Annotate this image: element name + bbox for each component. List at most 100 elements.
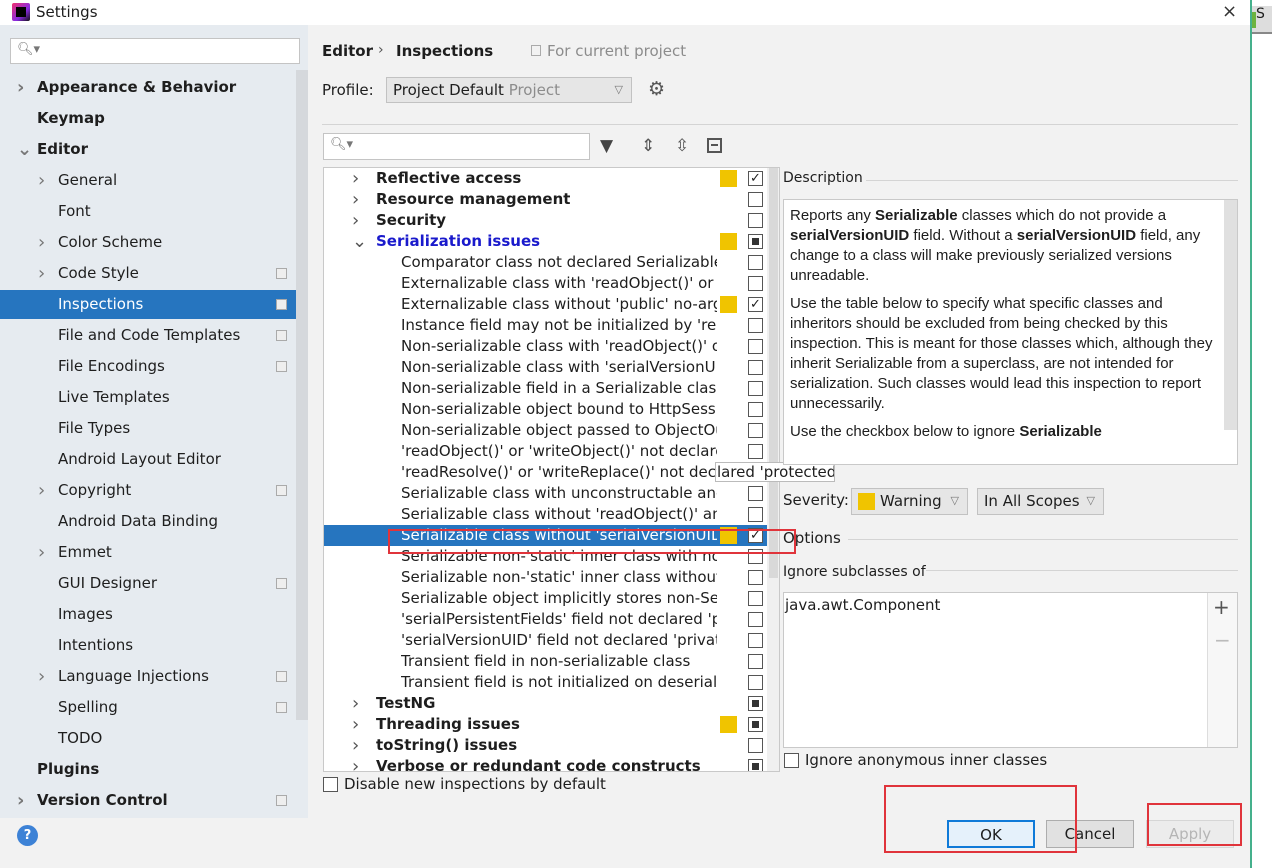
chevron-right-icon[interactable]: › bbox=[38, 228, 45, 257]
tree-scrollbar-thumb[interactable] bbox=[769, 168, 778, 578]
inspection-enabled-checkbox[interactable] bbox=[748, 486, 763, 501]
inspection-row[interactable]: Non-serializable field in a Serializable… bbox=[324, 378, 767, 399]
chevron-right-icon[interactable]: › bbox=[352, 168, 359, 189]
reset-icon[interactable] bbox=[707, 138, 722, 153]
sidebar-item-appearance-behavior[interactable]: › Appearance & Behavior bbox=[0, 73, 296, 102]
inspection-row[interactable]: 'readObject()' or 'writeObject()' not de… bbox=[324, 441, 767, 462]
inspection-row[interactable]: Non-serializable object bound to HttpSes… bbox=[324, 399, 767, 420]
collapse-all-icon[interactable]: ⇳ bbox=[675, 136, 689, 156]
sidebar-item-editor[interactable]: ⌄ Editor bbox=[0, 135, 296, 164]
inspection-row[interactable]: Serializable class with unconstructable … bbox=[324, 483, 767, 504]
inspection-enabled-checkbox[interactable] bbox=[748, 213, 763, 228]
inspection-row[interactable]: Serializable non-'static' inner class wi… bbox=[324, 567, 767, 588]
sidebar-item-live-templates[interactable]: Live Templates bbox=[0, 383, 296, 412]
chevron-right-icon[interactable]: › bbox=[38, 166, 45, 195]
sidebar-item-intentions[interactable]: Intentions bbox=[0, 631, 296, 660]
inspection-category[interactable]: › Verbose or redundant code constructs bbox=[324, 756, 767, 771]
profile-dropdown[interactable]: Project Default Project ▽ bbox=[386, 77, 632, 103]
inspection-row[interactable]: 'readResolve()' or 'writeReplace()' not … bbox=[324, 462, 767, 483]
inspection-enabled-checkbox[interactable] bbox=[748, 570, 763, 585]
inspection-enabled-checkbox[interactable] bbox=[748, 717, 763, 732]
inspection-enabled-checkbox[interactable] bbox=[748, 738, 763, 753]
inspection-row[interactable]: Non-serializable object passed to Object… bbox=[324, 420, 767, 441]
chevron-right-icon[interactable]: › bbox=[352, 714, 359, 735]
sidebar-scrollbar[interactable] bbox=[296, 70, 308, 720]
inspection-row[interactable]: Transient field is not initialized on de… bbox=[324, 672, 767, 693]
inspection-row[interactable]: Comparator class not declared Serializab… bbox=[324, 252, 767, 273]
inspection-category[interactable]: › Threading issues bbox=[324, 714, 767, 735]
severity-dropdown[interactable]: Warning ▽ bbox=[851, 488, 968, 515]
disable-new-inspections-checkbox[interactable] bbox=[323, 777, 338, 792]
breadcrumb-editor[interactable]: Editor bbox=[322, 42, 373, 60]
sidebar-item-android-data-binding[interactable]: Android Data Binding bbox=[0, 507, 296, 536]
list-item[interactable]: java.awt.Component bbox=[785, 596, 940, 614]
sidebar-item-plugins[interactable]: Plugins bbox=[0, 755, 296, 784]
inspection-category[interactable]: › toString() issues bbox=[324, 735, 767, 756]
sidebar-item-language-injections[interactable]: › Language Injections bbox=[0, 662, 296, 691]
inspection-enabled-checkbox[interactable] bbox=[748, 234, 763, 249]
inspection-row[interactable]: Non-serializable class with 'serialVersi… bbox=[324, 357, 767, 378]
inspection-enabled-checkbox[interactable]: ✓ bbox=[748, 171, 763, 186]
inspection-enabled-checkbox[interactable] bbox=[748, 612, 763, 627]
inspection-enabled-checkbox[interactable] bbox=[748, 696, 763, 711]
inspection-row[interactable]: Externalizable class with 'readObject()'… bbox=[324, 273, 767, 294]
chevron-right-icon[interactable]: › bbox=[352, 756, 359, 771]
chevron-right-icon[interactable]: › bbox=[38, 476, 45, 505]
inspection-enabled-checkbox[interactable] bbox=[748, 339, 763, 354]
inspection-row[interactable]: Serializable object implicitly stores no… bbox=[324, 588, 767, 609]
inspection-enabled-checkbox[interactable] bbox=[748, 192, 763, 207]
remove-icon[interactable]: − bbox=[1214, 628, 1231, 652]
sidebar-item-code-style[interactable]: › Code Style bbox=[0, 259, 296, 288]
sidebar-item-gui-designer[interactable]: GUI Designer bbox=[0, 569, 296, 598]
sidebar-item-copyright[interactable]: › Copyright bbox=[0, 476, 296, 505]
inspection-enabled-checkbox[interactable] bbox=[748, 675, 763, 690]
inspection-category[interactable]: › TestNG bbox=[324, 693, 767, 714]
add-icon[interactable]: + bbox=[1213, 595, 1230, 619]
background-app-tab[interactable]: S bbox=[1252, 6, 1272, 34]
filter-icon[interactable]: ▼ bbox=[600, 136, 613, 156]
sidebar-item-images[interactable]: Images bbox=[0, 600, 296, 629]
sidebar-item-file-encodings[interactable]: File Encodings bbox=[0, 352, 296, 381]
sidebar-item-inspections[interactable]: Inspections bbox=[0, 290, 296, 319]
scope-dropdown[interactable]: In All Scopes ▽ bbox=[977, 488, 1104, 515]
chevron-right-icon[interactable]: › bbox=[17, 786, 24, 815]
inspection-enabled-checkbox[interactable] bbox=[748, 444, 763, 459]
inspection-enabled-checkbox[interactable] bbox=[748, 255, 763, 270]
inspection-row[interactable]: Instance field may not be initialized by… bbox=[324, 315, 767, 336]
inspection-enabled-checkbox[interactable] bbox=[748, 402, 763, 417]
inspection-enabled-checkbox[interactable] bbox=[748, 276, 763, 291]
chevron-down-icon[interactable]: ⌄ bbox=[17, 135, 32, 164]
inspection-enabled-checkbox[interactable] bbox=[748, 360, 763, 375]
inspection-category[interactable]: › Security bbox=[324, 210, 767, 231]
chevron-right-icon[interactable]: › bbox=[38, 259, 45, 288]
inspection-row[interactable]: Serializable class without 'readObject()… bbox=[324, 504, 767, 525]
sidebar-item-keymap[interactable]: Keymap bbox=[0, 104, 296, 133]
inspection-enabled-checkbox[interactable] bbox=[748, 654, 763, 669]
inspection-category[interactable]: › Resource management bbox=[324, 189, 767, 210]
chevron-down-icon[interactable]: ⌄ bbox=[352, 231, 367, 252]
inspection-enabled-checkbox[interactable] bbox=[748, 759, 763, 771]
inspection-row[interactable]: Non-serializable class with 'readObject(… bbox=[324, 336, 767, 357]
settings-search-input[interactable]: 🔍︎▾ bbox=[10, 38, 300, 64]
inspection-row[interactable]: Externalizable class without 'public' no… bbox=[324, 294, 767, 315]
chevron-right-icon[interactable]: › bbox=[352, 210, 359, 231]
ignore-anonymous-checkbox[interactable] bbox=[784, 753, 799, 768]
sidebar-item-todo[interactable]: TODO bbox=[0, 724, 296, 753]
inspection-enabled-checkbox[interactable] bbox=[748, 423, 763, 438]
chevron-right-icon[interactable]: › bbox=[352, 693, 359, 714]
inspection-row[interactable]: Transient field in non-serializable clas… bbox=[324, 651, 767, 672]
inspection-category[interactable]: › Reflective access ✓ bbox=[324, 168, 767, 189]
inspection-search-input[interactable]: 🔍︎▾ bbox=[323, 133, 590, 160]
inspection-enabled-checkbox[interactable] bbox=[748, 633, 763, 648]
description-scrollbar[interactable] bbox=[1224, 200, 1237, 430]
sidebar-item-file-types[interactable]: File Types bbox=[0, 414, 296, 443]
sidebar-item-file-and-code-templates[interactable]: File and Code Templates bbox=[0, 321, 296, 350]
inspection-enabled-checkbox[interactable] bbox=[748, 318, 763, 333]
inspection-enabled-checkbox[interactable]: ✓ bbox=[748, 297, 763, 312]
help-icon[interactable]: ? bbox=[17, 825, 38, 846]
chevron-right-icon[interactable]: › bbox=[17, 73, 24, 102]
chevron-right-icon[interactable]: › bbox=[38, 538, 45, 567]
chevron-right-icon[interactable]: › bbox=[352, 735, 359, 756]
inspection-category[interactable]: ⌄ Serialization issues bbox=[324, 231, 767, 252]
inspection-row[interactable]: 'serialPersistentFields' field not decla… bbox=[324, 609, 767, 630]
